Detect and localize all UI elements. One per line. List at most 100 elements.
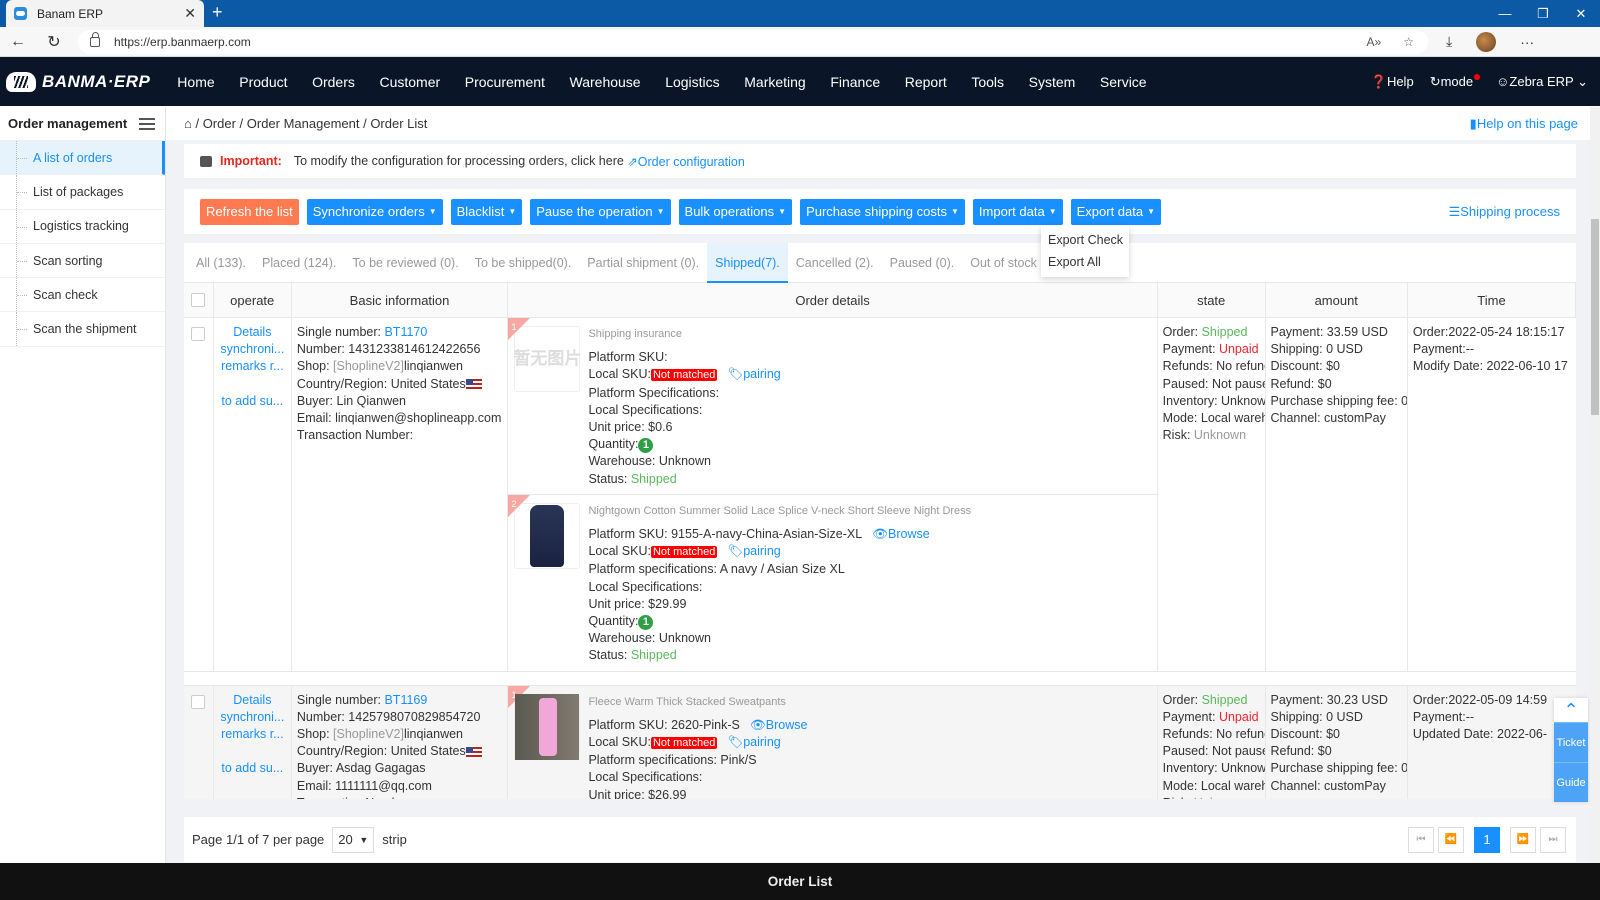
help-link[interactable]: ❓Help (1371, 74, 1414, 90)
url-field[interactable]: https://erp.banmaerp.com A» ☆ (78, 29, 1428, 54)
single-number-label: Single number: (296, 325, 385, 339)
home-icon[interactable]: ⌂ (184, 116, 195, 131)
product-thumbnail[interactable] (514, 693, 581, 760)
toolbar-dropdown-button[interactable]: Pause the operation ▼ (530, 198, 671, 225)
browse-link[interactable]: 👁Browse (750, 718, 808, 732)
help-on-page-link[interactable]: ▮Help on this page (1470, 116, 1578, 132)
nav-item-customer[interactable]: Customer (367, 74, 452, 90)
close-tab-icon[interactable]: ✕ (184, 5, 196, 22)
toolbar-dropdown-button[interactable]: Export data ▼ (1070, 198, 1162, 225)
pairing-link[interactable]: 🏷pairing (727, 367, 780, 381)
more-icon[interactable]: ··· (1520, 34, 1534, 50)
nav-item-tools[interactable]: Tools (959, 74, 1016, 90)
select-all-checkbox[interactable] (191, 293, 206, 307)
caret-down-icon: ▼ (778, 207, 787, 216)
remarks-link[interactable]: remarks r... (216, 726, 289, 743)
status-tab[interactable]: To be reviewed (0). (344, 243, 466, 283)
add-supplement-link[interactable]: to add su... (216, 760, 289, 777)
toolbar-dropdown-button[interactable]: Purchase shipping costs ▼ (800, 198, 965, 225)
pairing-link[interactable]: 🏷pairing (727, 735, 780, 749)
logo[interactable]: BANMA·ERP (0, 71, 165, 92)
hamburger-icon[interactable] (139, 117, 155, 130)
row-checkbox[interactable] (191, 327, 206, 341)
refresh-list-button[interactable]: Refresh the list (200, 198, 299, 225)
nav-item-system[interactable]: System (1016, 74, 1087, 90)
profile-avatar[interactable] (1476, 31, 1497, 52)
quantity-label: Quantity: (588, 437, 639, 452)
single-number-link[interactable]: BT1170 (384, 325, 427, 339)
shop-platform: [ShoplineV2] (333, 359, 404, 374)
account-menu[interactable]: ☺Zebra ERP ⌄ (1496, 74, 1588, 90)
browser-tab[interactable]: Banam ERP ✕ (6, 0, 204, 27)
mode-state: Mode: Local warehouse (1162, 411, 1265, 426)
browser-tabbar: Banam ERP ✕ + — ❐ ✕ (0, 0, 1600, 27)
risk-label: Risk: (1162, 428, 1194, 443)
nav-item-procurement[interactable]: Procurement (452, 74, 557, 90)
sidebar-item[interactable]: List of packages (0, 175, 165, 210)
new-tab-icon[interactable]: + (212, 2, 223, 23)
row-spacer (184, 671, 1576, 686)
restore-icon[interactable]: ❐ (1524, 0, 1562, 27)
last-page-button[interactable]: ⏭ (1540, 826, 1566, 853)
sidebar-item[interactable]: Logistics tracking (0, 209, 165, 244)
export-check-item[interactable]: Export Check (1041, 229, 1129, 251)
vertical-scrollbar[interactable] (1590, 107, 1600, 863)
download-icon[interactable]: ⤓ (1446, 33, 1452, 50)
not-matched-badge: Not matched (650, 546, 718, 559)
browse-link[interactable]: 👁Browse (872, 527, 930, 541)
favorites-icon[interactable]: ☆ (1403, 35, 1414, 49)
nav-item-warehouse[interactable]: Warehouse (557, 74, 653, 90)
details-link[interactable]: Details (216, 692, 289, 709)
status-tab[interactable]: Shipped(7). (707, 243, 788, 283)
export-all-item[interactable]: Export All (1041, 251, 1129, 273)
synchronize-link[interactable]: synchroni... (216, 341, 289, 358)
status-tab[interactable]: To be shipped(0). (467, 243, 580, 283)
add-supplement-link[interactable]: to add su... (216, 393, 289, 410)
close-window-icon[interactable]: ✕ (1562, 0, 1600, 27)
scrollbar-thumb[interactable] (1591, 219, 1599, 415)
prev-page-button[interactable]: ⏪ (1438, 826, 1464, 853)
remarks-link[interactable]: remarks r... (216, 358, 289, 375)
first-page-button[interactable]: ⏮ (1408, 826, 1434, 853)
synchronize-link[interactable]: synchroni... (216, 709, 289, 726)
back-icon[interactable]: ← (0, 33, 36, 51)
nav-item-logistics[interactable]: Logistics (653, 74, 732, 90)
order-configuration-link[interactable]: ⇗Order configuration (624, 154, 745, 169)
nav-item-report[interactable]: Report (892, 74, 959, 90)
nav-item-finance[interactable]: Finance (818, 74, 892, 90)
details-link[interactable]: Details (216, 324, 289, 341)
status-tab[interactable]: Placed (124). (254, 243, 344, 283)
single-number-link[interactable]: BT1169 (384, 693, 427, 707)
shipping-process-link[interactable]: ☰Shipping process (1449, 204, 1560, 220)
status-tab[interactable]: All (133). (188, 243, 254, 283)
nav-item-orders[interactable]: Orders (300, 74, 367, 90)
guide-button[interactable]: Guide (1554, 762, 1588, 802)
nav-item-service[interactable]: Service (1088, 74, 1159, 90)
status-tab[interactable]: Paused (0). (882, 243, 963, 283)
nav-item-home[interactable]: Home (165, 74, 227, 90)
nav-item-product[interactable]: Product (227, 74, 300, 90)
per-page-select[interactable]: 20 ▼ (332, 826, 375, 853)
sidebar-item[interactable]: Scan the shipment (0, 312, 165, 347)
current-page-button[interactable]: 1 (1474, 826, 1500, 853)
button-label: Purchase shipping costs (806, 204, 947, 219)
reload-icon[interactable]: ↻ (36, 32, 72, 52)
status-tab[interactable]: Partial shipment (0). (579, 243, 707, 283)
ticket-button[interactable]: Ticket (1554, 722, 1588, 762)
toolbar-dropdown-button[interactable]: Blacklist ▼ (450, 198, 523, 225)
back-to-top-icon[interactable]: ⌃ (1554, 698, 1588, 722)
sidebar-item[interactable]: A list of orders (0, 141, 165, 176)
sidebar-item[interactable]: Scan check (0, 278, 165, 313)
toolbar-dropdown-button[interactable]: Bulk operations ▼ (678, 198, 793, 225)
row-checkbox[interactable] (191, 694, 206, 709)
sidebar-item[interactable]: Scan sorting (0, 243, 165, 279)
read-aloud-icon[interactable]: A» (1367, 35, 1382, 49)
toolbar-dropdown-button[interactable]: Synchronize orders ▼ (306, 198, 443, 225)
next-page-button[interactable]: ⏩ (1510, 826, 1536, 853)
mode-link[interactable]: ↻mode (1430, 73, 1481, 90)
minimize-icon[interactable]: — (1486, 0, 1524, 27)
toolbar-dropdown-button[interactable]: Import data ▼ (972, 198, 1063, 225)
pairing-link[interactable]: 🏷pairing (727, 544, 780, 558)
nav-item-marketing[interactable]: Marketing (732, 74, 818, 90)
status-tab[interactable]: Cancelled (2). (788, 243, 882, 283)
